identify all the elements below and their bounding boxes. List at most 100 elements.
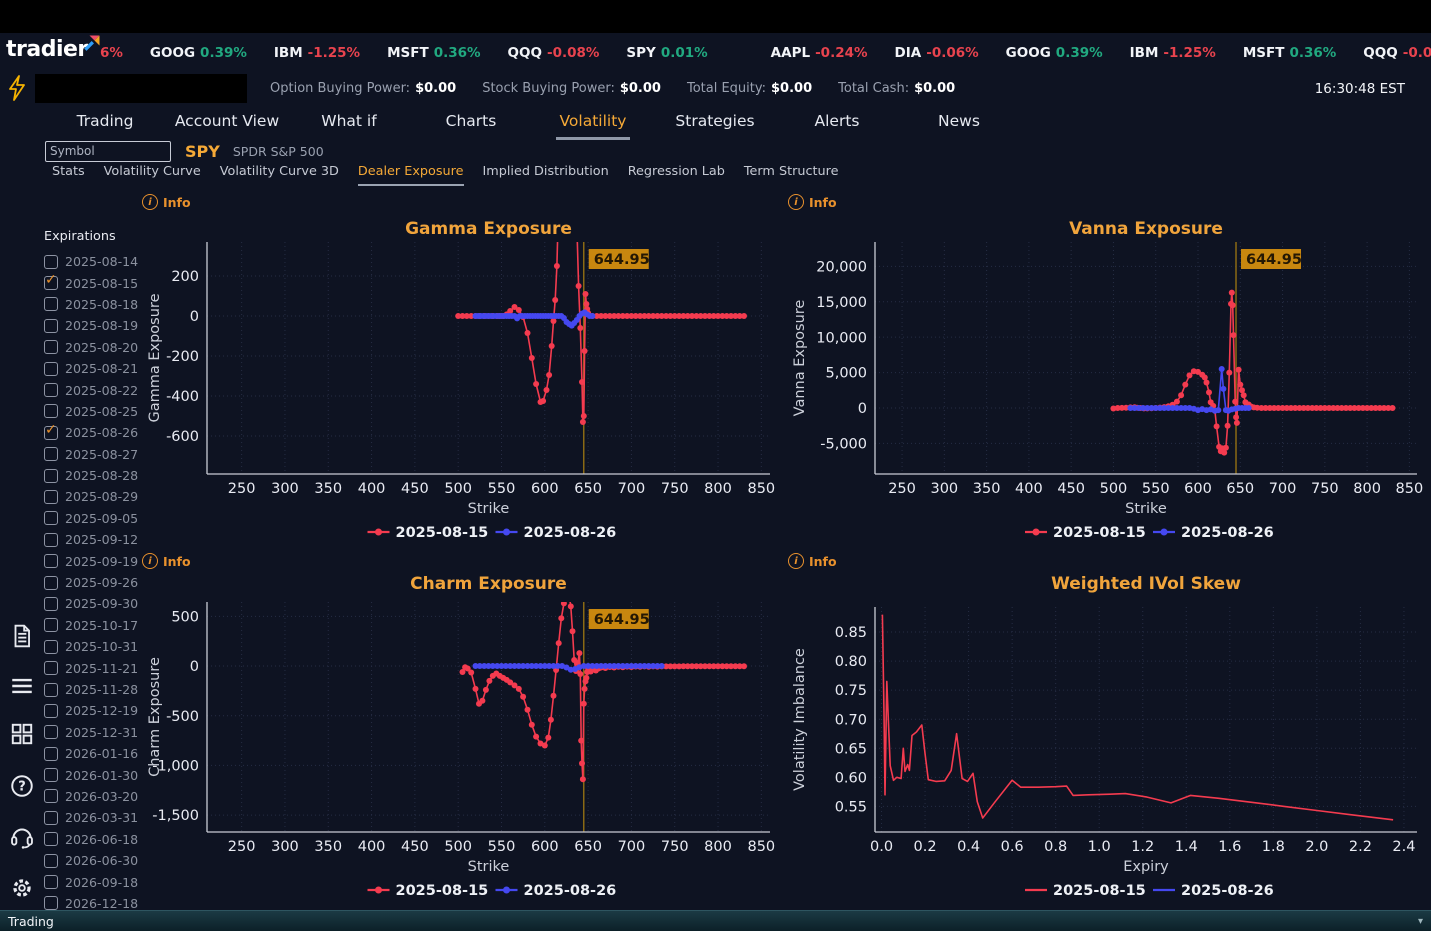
expiration-checkbox-2025-10-31[interactable]: 2025-10-31 [44, 636, 144, 657]
expiration-checkbox-2026-09-18[interactable]: 2026-09-18 [44, 871, 144, 892]
charm-exposure-chart[interactable]: 5000-500-1,000-1,500250 300 350 400 450 500 55… [145, 570, 775, 910]
checkbox[interactable] [44, 789, 58, 804]
expiration-checkbox-2025-08-18[interactable]: 2025-08-18 [44, 294, 144, 315]
expiration-checkbox-2025-08-15[interactable]: 2025-08-15 [44, 272, 144, 293]
checkbox[interactable] [44, 661, 58, 676]
expiration-checkbox-2025-10-17[interactable]: 2025-10-17 [44, 615, 144, 636]
grid-apps-icon[interactable] [9, 721, 35, 747]
checkbox[interactable] [44, 832, 58, 847]
checkbox[interactable] [44, 447, 58, 462]
checkbox[interactable] [44, 272, 58, 291]
tab-trading[interactable]: Trading [44, 105, 166, 140]
svg-text:Vanna Exposure: Vanna Exposure [1069, 219, 1223, 239]
checkbox[interactable] [44, 361, 58, 376]
expiration-checkbox-2025-08-27[interactable]: 2025-08-27 [44, 444, 144, 465]
tab-what-if[interactable]: What if [288, 105, 410, 140]
checkbox[interactable] [44, 468, 58, 483]
checkbox[interactable] [44, 532, 58, 547]
menu-hamburger-icon[interactable] [9, 673, 35, 699]
expiration-checkbox-2025-08-26[interactable]: 2025-08-26 [44, 422, 144, 443]
checkbox[interactable] [44, 383, 58, 398]
help-icon[interactable]: ? [9, 773, 35, 799]
expiration-checkbox-2025-09-26[interactable]: 2025-09-26 [44, 572, 144, 593]
info-button-skew[interactable]: i Info [788, 553, 837, 569]
expiration-checkbox-2025-09-19[interactable]: 2025-09-19 [44, 550, 144, 571]
expiration-checkbox-2025-08-19[interactable]: 2025-08-19 [44, 315, 144, 336]
expiration-checkbox-2025-08-22[interactable]: 2025-08-22 [44, 379, 144, 400]
bottom-bar-label: Trading [8, 913, 54, 929]
checkbox[interactable] [44, 725, 58, 740]
svg-text:Expiry: Expiry [1123, 859, 1169, 875]
vanna-exposure-chart[interactable]: 20,000 15,000 10,000 5,000 0 -5,000 250 300 350 4… [790, 215, 1425, 545]
info-button-vanna[interactable]: i Info [788, 194, 837, 210]
expiration-date-label: 2025-08-22 [65, 382, 139, 398]
settings-gear-icon[interactable] [9, 875, 35, 901]
expiration-checkbox-2025-09-30[interactable]: 2025-09-30 [44, 593, 144, 614]
subtab-implied-distribution[interactable]: Implied Distribution [483, 164, 609, 184]
expiration-checkbox-2025-08-25[interactable]: 2025-08-25 [44, 401, 144, 422]
checkbox[interactable] [44, 596, 58, 611]
checkbox[interactable] [44, 554, 58, 569]
expiration-checkbox-2025-08-20[interactable]: 2025-08-20 [44, 337, 144, 358]
subtab-volatility-curve-3d[interactable]: Volatility Curve 3D [220, 164, 339, 184]
document-icon[interactable] [9, 623, 35, 649]
subtab-regression-lab[interactable]: Regression Lab [628, 164, 725, 184]
expiration-checkbox-2025-09-12[interactable]: 2025-09-12 [44, 529, 144, 550]
checkbox[interactable] [44, 810, 58, 825]
checkbox[interactable] [44, 875, 58, 890]
checkbox[interactable] [44, 340, 58, 355]
tab-account-view[interactable]: Account View [166, 105, 288, 140]
checkbox[interactable] [44, 404, 58, 419]
checkbox[interactable] [44, 639, 58, 654]
weighted-ivol-skew-chart[interactable]: 0.85 0.80 0.75 0.70 0.65 0.60 0.55 0.0 0.2 0.4 0.6… [790, 570, 1425, 910]
chevron-down-icon[interactable]: ▾ [1418, 916, 1423, 927]
checkbox[interactable] [44, 575, 58, 590]
bottom-bar[interactable]: Trading ▾ [0, 910, 1431, 931]
subtab-stats[interactable]: Stats [52, 164, 85, 184]
expiration-checkbox-2025-11-21[interactable]: 2025-11-21 [44, 657, 144, 678]
info-button-charm[interactable]: i Info [142, 553, 191, 569]
gamma-exposure-chart[interactable]: 200 0 -200 -400 -600 250 300 350 400 450 500 550 600… [145, 215, 775, 545]
subtab-volatility-curve[interactable]: Volatility Curve [104, 164, 201, 184]
expiration-checkbox-2025-12-19[interactable]: 2025-12-19 [44, 700, 144, 721]
checkbox[interactable] [44, 489, 58, 504]
expiration-checkbox-2026-06-30[interactable]: 2026-06-30 [44, 850, 144, 871]
checkbox[interactable] [44, 853, 58, 868]
checkbox[interactable] [44, 422, 58, 440]
lightning-bolt-icon[interactable] [8, 75, 26, 101]
expiration-checkbox-2026-06-18[interactable]: 2026-06-18 [44, 829, 144, 850]
checkbox[interactable] [44, 746, 58, 761]
expiration-checkbox-2025-11-28[interactable]: 2025-11-28 [44, 679, 144, 700]
tab-volatility[interactable]: Volatility [532, 105, 654, 140]
checkbox[interactable] [44, 896, 58, 910]
tab-news[interactable]: News [898, 105, 1020, 140]
tab-charts[interactable]: Charts [410, 105, 532, 140]
svg-text:1.4: 1.4 [1175, 839, 1198, 855]
checkbox[interactable] [44, 511, 58, 526]
subtab-term-structure[interactable]: Term Structure [744, 164, 839, 184]
checkbox[interactable] [44, 618, 58, 633]
tab-alerts[interactable]: Alerts [776, 105, 898, 140]
checkbox[interactable] [44, 254, 58, 269]
checkbox[interactable] [44, 297, 58, 312]
expiration-checkbox-2026-12-18[interactable]: 2026-12-18 [44, 893, 144, 910]
subtab-dealer-exposure[interactable]: Dealer Exposure [357, 164, 464, 186]
checkbox[interactable] [44, 682, 58, 697]
info-button-gamma[interactable]: i Info [142, 194, 191, 210]
expiration-checkbox-2025-09-05[interactable]: 2025-09-05 [44, 508, 144, 529]
support-headset-icon[interactable] [9, 823, 35, 849]
expiration-checkbox-2025-08-14[interactable]: 2025-08-14 [44, 251, 144, 272]
expiration-checkbox-2026-01-30[interactable]: 2026-01-30 [44, 764, 144, 785]
expiration-checkbox-2025-08-29[interactable]: 2025-08-29 [44, 486, 144, 507]
expiration-checkbox-2026-03-20[interactable]: 2026-03-20 [44, 786, 144, 807]
expiration-checkbox-2025-08-28[interactable]: 2025-08-28 [44, 465, 144, 486]
checkbox[interactable] [44, 318, 58, 333]
expiration-checkbox-2026-01-16[interactable]: 2026-01-16 [44, 743, 144, 764]
tab-strategies[interactable]: Strategies [654, 105, 776, 140]
checkbox[interactable] [44, 768, 58, 783]
symbol-input[interactable] [45, 140, 171, 162]
expiration-checkbox-2025-12-31[interactable]: 2025-12-31 [44, 722, 144, 743]
expiration-checkbox-2025-08-21[interactable]: 2025-08-21 [44, 358, 144, 379]
expiration-checkbox-2026-03-31[interactable]: 2026-03-31 [44, 807, 144, 828]
checkbox[interactable] [44, 703, 58, 718]
